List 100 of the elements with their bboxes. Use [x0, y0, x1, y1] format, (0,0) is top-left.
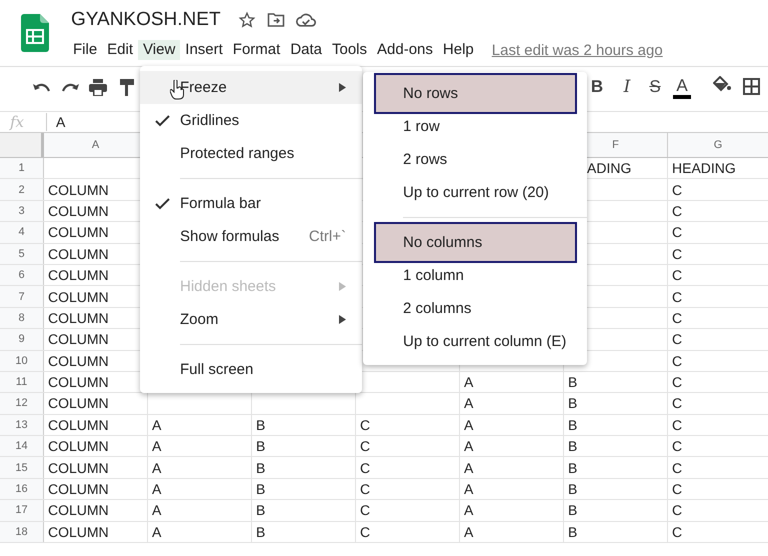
menu-item[interactable]: Data	[285, 40, 327, 60]
table-cell: A	[464, 374, 474, 390]
table-cell: HEADING	[672, 160, 736, 176]
table-cell: C	[672, 246, 682, 262]
table-cell: A	[152, 524, 162, 540]
table-cell: ADING	[587, 160, 632, 176]
row-header[interactable]: 12	[15, 397, 28, 410]
menu-item[interactable]: Format	[228, 40, 286, 60]
formula-value[interactable]: A	[56, 114, 66, 130]
spreadsheet-logo-icon[interactable]	[21, 14, 49, 52]
menu-item[interactable]: Show formulas Ctrl+`	[140, 220, 362, 253]
document-title[interactable]: GYANKOSH.NET	[71, 9, 221, 31]
star-icon[interactable]	[238, 11, 256, 29]
table-cell: B	[568, 438, 578, 454]
table-cell: B	[568, 524, 578, 540]
cloud-icon[interactable]	[296, 12, 316, 28]
table-cell: COLUMN	[48, 502, 109, 518]
column-header[interactable]: A	[92, 139, 100, 151]
row-header[interactable]: 2	[18, 184, 25, 196]
italic-button[interactable]: I	[618, 77, 636, 97]
table-cell: C	[360, 524, 370, 540]
row-header[interactable]: 10	[15, 354, 28, 367]
row-header[interactable]: 6	[18, 269, 25, 282]
table-cell: C	[672, 524, 682, 540]
row-header[interactable]: 1	[18, 162, 25, 174]
menu-item[interactable]: View	[138, 40, 180, 60]
row-header[interactable]: 8	[18, 312, 25, 324]
undo-icon[interactable]	[33, 82, 51, 94]
menu-item[interactable]: Up to current row (20)	[363, 176, 587, 209]
table-cell: C	[672, 374, 682, 390]
table-cell: C	[360, 438, 370, 454]
column-header[interactable]: F	[612, 139, 619, 151]
table-cell: COLUMN	[48, 288, 109, 305]
table-cell: COLUMN	[48, 331, 109, 348]
table-cell: C	[672, 224, 682, 240]
table-cell: COLUMN	[48, 374, 109, 390]
strikethrough-button[interactable]: S	[646, 77, 664, 97]
menu-item[interactable]: Full screen	[140, 353, 362, 386]
row-header[interactable]: 4	[18, 226, 25, 238]
table-cell: C	[672, 267, 682, 284]
table-cell: B	[256, 416, 266, 433]
row-header[interactable]: 13	[15, 418, 28, 431]
table-cell: C	[672, 182, 682, 198]
folder-icon[interactable]	[266, 12, 285, 28]
table-cell: C	[360, 481, 370, 498]
table-cell: B	[256, 438, 266, 454]
table-cell: B	[568, 460, 578, 476]
menu-item[interactable]: Tools	[327, 40, 372, 60]
menu-item[interactable]: Edit	[102, 40, 138, 60]
row-header[interactable]: 15	[15, 462, 28, 474]
table-cell: C	[672, 438, 682, 454]
menu-item[interactable]: Zoom	[140, 303, 362, 336]
bold-button[interactable]: B	[588, 77, 606, 97]
menu-item[interactable]: Up to current column (E)	[363, 325, 587, 358]
table-cell: COLUMN	[48, 246, 109, 262]
menu-item[interactable]: No rows	[374, 73, 577, 114]
column-header[interactable]: G	[714, 139, 722, 151]
table-cell: COLUMN	[48, 267, 109, 284]
row-header[interactable]: 16	[15, 483, 28, 496]
table-cell: B	[256, 524, 266, 540]
menu-item[interactable]: 2 columns	[363, 292, 587, 325]
menu-item[interactable]: Gridlines	[140, 104, 362, 137]
row-header[interactable]: 18	[15, 526, 28, 538]
table-cell: C	[672, 460, 682, 476]
menu-item[interactable]: Formula bar	[140, 187, 362, 220]
fill-color-icon[interactable]	[713, 76, 731, 93]
paint-format-icon[interactable]	[120, 79, 134, 96]
function-label: fx	[10, 113, 47, 131]
menu-item[interactable]: Freeze	[140, 71, 362, 104]
row-header[interactable]: 9	[18, 333, 25, 346]
row-header[interactable]: 7	[18, 290, 25, 303]
submenu-arrow-icon	[339, 83, 346, 92]
menu-item[interactable]: No columns	[374, 222, 577, 263]
table-cell: COLUMN	[48, 438, 109, 454]
borders-icon[interactable]	[743, 78, 760, 95]
row-header[interactable]: 11	[16, 376, 28, 388]
table-cell: C	[360, 502, 370, 518]
submenu-arrow-icon	[339, 315, 346, 324]
menu-item[interactable]: Insert	[180, 40, 228, 60]
menu-item[interactable]: Protected ranges	[140, 137, 362, 170]
row-header[interactable]: 5	[18, 248, 25, 260]
row-header[interactable]: 17	[15, 504, 28, 516]
table-cell: A	[464, 481, 474, 498]
menu-item[interactable]: Add-ons	[372, 40, 438, 60]
table-cell: A	[464, 460, 474, 476]
redo-icon[interactable]	[61, 82, 79, 94]
table-cell: C	[672, 310, 682, 326]
menu-item[interactable]: File	[68, 40, 102, 60]
row-header[interactable]: 14	[15, 440, 28, 452]
table-cell: A	[152, 416, 162, 433]
table-cell: C	[360, 460, 370, 476]
print-icon[interactable]	[89, 79, 107, 96]
menu-item[interactable]: Help	[438, 40, 479, 60]
row-header[interactable]: 3	[18, 204, 25, 217]
table-cell: C	[360, 416, 370, 433]
last-edit-link[interactable]: Last edit was 2 hours ago	[492, 42, 663, 58]
table-cell: B	[568, 481, 578, 498]
table-cell: A	[464, 438, 474, 454]
text-color-button[interactable]: A	[673, 77, 691, 99]
menu-item[interactable]: 2 rows	[363, 143, 587, 176]
